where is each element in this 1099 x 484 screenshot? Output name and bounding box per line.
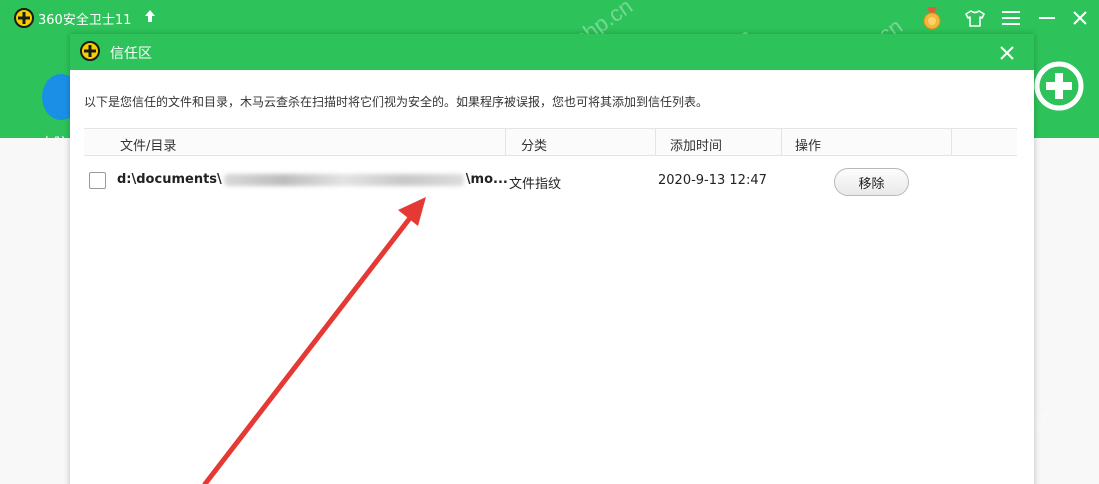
- row-checkbox[interactable]: [89, 172, 106, 189]
- dialog-close-button[interactable]: [996, 42, 1018, 64]
- upgrade-arrow-icon[interactable]: [144, 8, 156, 24]
- redacted-path: [223, 173, 464, 186]
- row-path-end: \mo...: [465, 172, 508, 187]
- column-divider[interactable]: [951, 129, 952, 156]
- add-tool-icon[interactable]: [1033, 60, 1085, 112]
- column-header-category[interactable]: 分类: [521, 135, 547, 154]
- minimize-icon[interactable]: [1035, 6, 1059, 30]
- medal-icon[interactable]: [920, 6, 944, 30]
- menu-icon[interactable]: [999, 6, 1023, 30]
- column-divider[interactable]: [505, 129, 506, 156]
- trust-zone-dialog: 信任区 以下是您信任的文件和目录，木马云查杀在扫描时将它们视为安全的。如果程序被…: [70, 34, 1034, 484]
- 360-logo-icon: [14, 8, 34, 28]
- app-title-bar: 360安全卫士11: [0, 0, 1099, 34]
- row-path: d:\documents\ \mo...: [117, 172, 508, 187]
- dialog-title-bar: 信任区: [70, 34, 1034, 70]
- row-time: 2020-9-13 12:47: [658, 173, 767, 188]
- close-icon: [1000, 46, 1014, 60]
- skin-shirt-icon[interactable]: [963, 6, 987, 30]
- 360-logo-icon: [80, 41, 100, 61]
- app-title: 360安全卫士11: [38, 13, 132, 28]
- column-divider[interactable]: [655, 129, 656, 156]
- column-divider[interactable]: [781, 129, 782, 156]
- app-close-icon[interactable]: [1068, 6, 1092, 30]
- dialog-description: 以下是您信任的文件和目录，木马云查杀在扫描时将它们视为安全的。如果程序被误报，您…: [84, 95, 709, 109]
- remove-button[interactable]: 移除: [834, 168, 909, 196]
- row-path-start: d:\documents\: [117, 172, 222, 187]
- table-row[interactable]: d:\documents\ \mo... 文件指纹 2020-9-13 12:47…: [84, 166, 1017, 196]
- column-header-path[interactable]: 文件/目录: [120, 135, 176, 154]
- dialog-title: 信任区: [110, 46, 152, 62]
- table-header: 文件/目录 分类 添加时间 操作: [84, 128, 1017, 156]
- column-header-action[interactable]: 操作: [795, 135, 821, 154]
- column-header-time[interactable]: 添加时间: [670, 135, 722, 154]
- row-category: 文件指纹: [509, 177, 562, 192]
